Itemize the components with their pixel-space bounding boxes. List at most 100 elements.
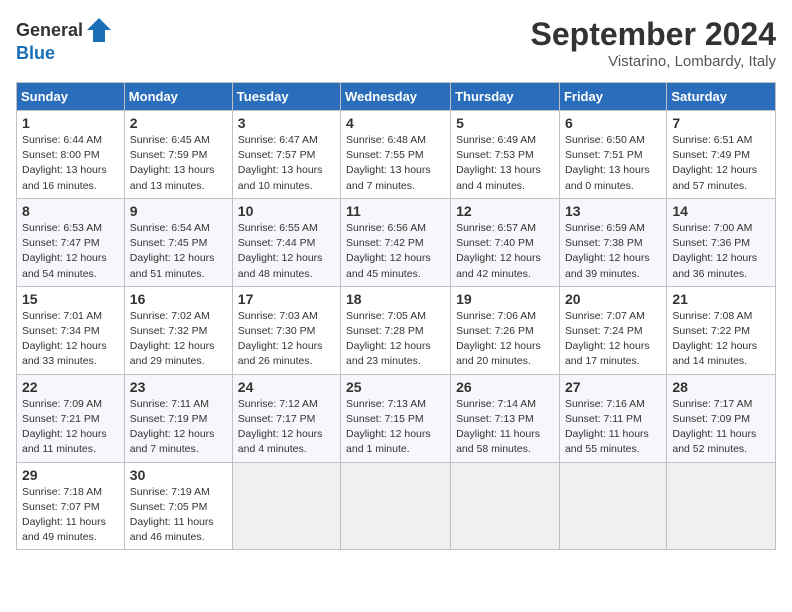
calendar-week-row: 15 Sunrise: 7:01 AMSunset: 7:34 PMDaylig… — [17, 286, 776, 374]
day-number: 17 — [238, 291, 335, 307]
table-row: 3 Sunrise: 6:47 AMSunset: 7:57 PMDayligh… — [232, 111, 340, 199]
day-number: 12 — [456, 203, 554, 219]
table-row: 25 Sunrise: 7:13 AMSunset: 7:15 PMDaylig… — [341, 374, 451, 462]
day-info: Sunrise: 6:50 AMSunset: 7:51 PMDaylight:… — [565, 134, 650, 192]
table-row: 5 Sunrise: 6:49 AMSunset: 7:53 PMDayligh… — [451, 111, 560, 199]
day-number: 20 — [565, 291, 661, 307]
table-row: 12 Sunrise: 6:57 AMSunset: 7:40 PMDaylig… — [451, 198, 560, 286]
table-row: 18 Sunrise: 7:05 AMSunset: 7:28 PMDaylig… — [341, 286, 451, 374]
logo-general-text: General — [16, 21, 83, 39]
logo-blue-text: Blue — [16, 43, 55, 63]
day-info: Sunrise: 7:05 AMSunset: 7:28 PMDaylight:… — [346, 310, 431, 368]
table-row: 14 Sunrise: 7:00 AMSunset: 7:36 PMDaylig… — [667, 198, 776, 286]
table-row: 8 Sunrise: 6:53 AMSunset: 7:47 PMDayligh… — [17, 198, 125, 286]
day-info: Sunrise: 7:12 AMSunset: 7:17 PMDaylight:… — [238, 398, 323, 456]
table-row: 24 Sunrise: 7:12 AMSunset: 7:17 PMDaylig… — [232, 374, 340, 462]
calendar-week-row: 29 Sunrise: 7:18 AMSunset: 7:07 PMDaylig… — [17, 462, 776, 550]
day-number: 11 — [346, 203, 445, 219]
day-number: 6 — [565, 115, 661, 131]
day-info: Sunrise: 7:09 AMSunset: 7:21 PMDaylight:… — [22, 398, 107, 456]
day-number: 18 — [346, 291, 445, 307]
day-number: 14 — [672, 203, 770, 219]
table-row: 20 Sunrise: 7:07 AMSunset: 7:24 PMDaylig… — [559, 286, 666, 374]
calendar-week-row: 22 Sunrise: 7:09 AMSunset: 7:21 PMDaylig… — [17, 374, 776, 462]
day-info: Sunrise: 7:00 AMSunset: 7:36 PMDaylight:… — [672, 222, 757, 280]
day-number: 4 — [346, 115, 445, 131]
col-thursday: Thursday — [451, 83, 560, 111]
day-info: Sunrise: 7:07 AMSunset: 7:24 PMDaylight:… — [565, 310, 650, 368]
table-row: 6 Sunrise: 6:50 AMSunset: 7:51 PMDayligh… — [559, 111, 666, 199]
day-info: Sunrise: 6:51 AMSunset: 7:49 PMDaylight:… — [672, 134, 757, 192]
col-monday: Monday — [124, 83, 232, 111]
day-number: 28 — [672, 379, 770, 395]
table-row: 16 Sunrise: 7:02 AMSunset: 7:32 PMDaylig… — [124, 286, 232, 374]
table-row: 10 Sunrise: 6:55 AMSunset: 7:44 PMDaylig… — [232, 198, 340, 286]
day-number: 30 — [130, 467, 227, 483]
day-info: Sunrise: 7:17 AMSunset: 7:09 PMDaylight:… — [672, 398, 756, 456]
day-number: 1 — [22, 115, 119, 131]
day-info: Sunrise: 6:56 AMSunset: 7:42 PMDaylight:… — [346, 222, 431, 280]
table-row — [451, 462, 560, 550]
day-number: 16 — [130, 291, 227, 307]
col-sunday: Sunday — [17, 83, 125, 111]
table-row: 4 Sunrise: 6:48 AMSunset: 7:55 PMDayligh… — [341, 111, 451, 199]
day-number: 13 — [565, 203, 661, 219]
table-row: 11 Sunrise: 6:56 AMSunset: 7:42 PMDaylig… — [341, 198, 451, 286]
day-number: 23 — [130, 379, 227, 395]
table-row: 7 Sunrise: 6:51 AMSunset: 7:49 PMDayligh… — [667, 111, 776, 199]
table-row — [232, 462, 340, 550]
table-row: 26 Sunrise: 7:14 AMSunset: 7:13 PMDaylig… — [451, 374, 560, 462]
day-info: Sunrise: 6:59 AMSunset: 7:38 PMDaylight:… — [565, 222, 650, 280]
col-wednesday: Wednesday — [341, 83, 451, 111]
day-info: Sunrise: 6:49 AMSunset: 7:53 PMDaylight:… — [456, 134, 541, 192]
day-info: Sunrise: 7:11 AMSunset: 7:19 PMDaylight:… — [130, 398, 215, 456]
col-saturday: Saturday — [667, 83, 776, 111]
day-info: Sunrise: 7:06 AMSunset: 7:26 PMDaylight:… — [456, 310, 541, 368]
table-row — [667, 462, 776, 550]
table-row: 21 Sunrise: 7:08 AMSunset: 7:22 PMDaylig… — [667, 286, 776, 374]
day-info: Sunrise: 7:14 AMSunset: 7:13 PMDaylight:… — [456, 398, 540, 456]
day-number: 26 — [456, 379, 554, 395]
day-info: Sunrise: 7:16 AMSunset: 7:11 PMDaylight:… — [565, 398, 649, 456]
logo-icon — [85, 16, 113, 44]
day-info: Sunrise: 7:03 AMSunset: 7:30 PMDaylight:… — [238, 310, 323, 368]
table-row: 17 Sunrise: 7:03 AMSunset: 7:30 PMDaylig… — [232, 286, 340, 374]
table-row — [559, 462, 666, 550]
calendar-week-row: 1 Sunrise: 6:44 AMSunset: 8:00 PMDayligh… — [17, 111, 776, 199]
day-info: Sunrise: 6:44 AMSunset: 8:00 PMDaylight:… — [22, 134, 107, 192]
day-info: Sunrise: 7:08 AMSunset: 7:22 PMDaylight:… — [672, 310, 757, 368]
day-info: Sunrise: 7:01 AMSunset: 7:34 PMDaylight:… — [22, 310, 107, 368]
day-info: Sunrise: 6:54 AMSunset: 7:45 PMDaylight:… — [130, 222, 215, 280]
day-info: Sunrise: 6:47 AMSunset: 7:57 PMDaylight:… — [238, 134, 323, 192]
day-info: Sunrise: 6:45 AMSunset: 7:59 PMDaylight:… — [130, 134, 215, 192]
table-row — [341, 462, 451, 550]
day-number: 5 — [456, 115, 554, 131]
calendar-table: Sunday Monday Tuesday Wednesday Thursday… — [16, 82, 776, 550]
day-number: 29 — [22, 467, 119, 483]
day-number: 19 — [456, 291, 554, 307]
day-number: 22 — [22, 379, 119, 395]
day-info: Sunrise: 7:13 AMSunset: 7:15 PMDaylight:… — [346, 398, 431, 456]
day-info: Sunrise: 6:48 AMSunset: 7:55 PMDaylight:… — [346, 134, 431, 192]
day-info: Sunrise: 6:55 AMSunset: 7:44 PMDaylight:… — [238, 222, 323, 280]
logo: General Blue — [16, 16, 113, 64]
col-tuesday: Tuesday — [232, 83, 340, 111]
month-title: September 2024 — [531, 16, 776, 53]
day-number: 15 — [22, 291, 119, 307]
table-row: 23 Sunrise: 7:11 AMSunset: 7:19 PMDaylig… — [124, 374, 232, 462]
location-subtitle: Vistarino, Lombardy, Italy — [531, 53, 776, 70]
day-number: 27 — [565, 379, 661, 395]
day-number: 21 — [672, 291, 770, 307]
title-area: September 2024 Vistarino, Lombardy, Ital… — [531, 16, 776, 70]
col-friday: Friday — [559, 83, 666, 111]
day-number: 3 — [238, 115, 335, 131]
day-number: 2 — [130, 115, 227, 131]
table-row: 30 Sunrise: 7:19 AMSunset: 7:05 PMDaylig… — [124, 462, 232, 550]
header: General Blue September 2024 Vistarino, L… — [16, 16, 776, 70]
table-row: 15 Sunrise: 7:01 AMSunset: 7:34 PMDaylig… — [17, 286, 125, 374]
table-row: 29 Sunrise: 7:18 AMSunset: 7:07 PMDaylig… — [17, 462, 125, 550]
day-info: Sunrise: 7:19 AMSunset: 7:05 PMDaylight:… — [130, 486, 214, 544]
table-row: 2 Sunrise: 6:45 AMSunset: 7:59 PMDayligh… — [124, 111, 232, 199]
table-row: 19 Sunrise: 7:06 AMSunset: 7:26 PMDaylig… — [451, 286, 560, 374]
day-info: Sunrise: 7:18 AMSunset: 7:07 PMDaylight:… — [22, 486, 106, 544]
